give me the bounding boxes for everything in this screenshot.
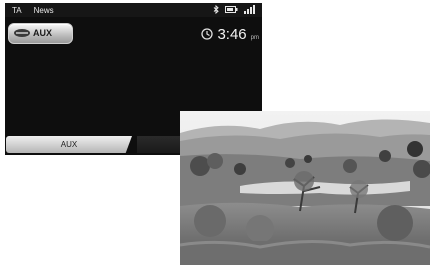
tab-aux-label: AUX: [60, 140, 78, 149]
status-bar: TA News: [5, 3, 262, 17]
landscape-illustration: [180, 111, 430, 265]
clock: 3:46 pm: [201, 26, 259, 43]
ta-indicator[interactable]: TA: [12, 6, 22, 15]
news-indicator[interactable]: News: [34, 6, 54, 15]
landscape-photo: [180, 111, 430, 265]
source-button[interactable]: AUX: [8, 23, 73, 44]
status-left: TA News: [12, 6, 54, 15]
tab-aux[interactable]: AUX: [6, 136, 132, 153]
clock-time: 3:46: [217, 26, 247, 43]
clock-ampm: pm: [250, 35, 259, 41]
bluetooth-icon: [213, 5, 219, 14]
clock-icon: [201, 28, 214, 40]
source-button-label: AUX: [33, 28, 53, 38]
status-right: [213, 5, 256, 14]
battery-icon: [225, 6, 238, 13]
source-handle-icon: [14, 29, 30, 37]
signal-icon: [244, 5, 255, 14]
